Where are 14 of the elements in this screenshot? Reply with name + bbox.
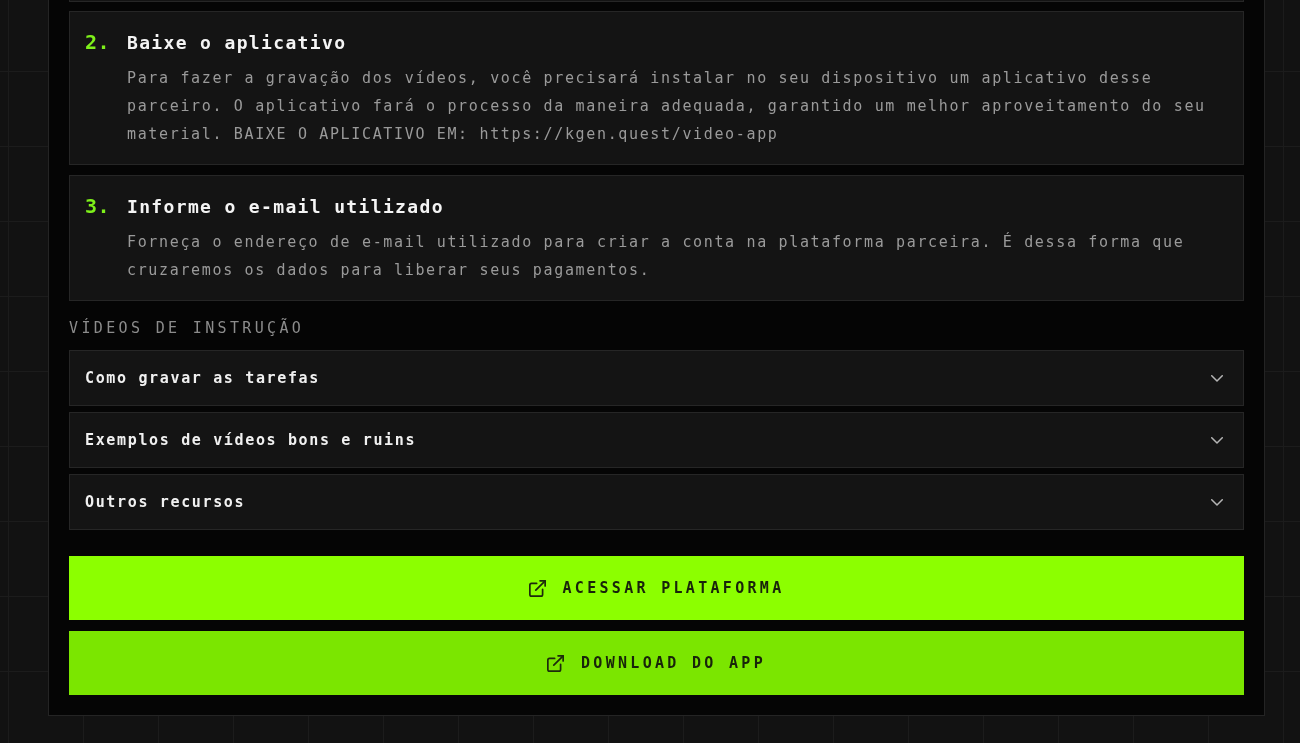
step-description: Para fazer a gravação dos vídeos, você precisará instalar no seu dispositivo um aplicativo desse parceiro. O aplicativo fará o processo da maneira adequada, garantido um melhor aproveitamento do seu material. BAIXE O APLICATIVO EM: https://kgen.quest/video-app xyxy=(127,68,1207,145)
accordion-item[interactable]: Como gravar as tarefas xyxy=(69,350,1244,406)
step-number: 2. xyxy=(85,30,110,54)
accordion-item[interactable]: Exemplos de vídeos bons e ruins xyxy=(69,412,1244,468)
external-link-icon xyxy=(528,579,546,597)
step-description: Forneça o endereço de e-mail utilizado para criar a conta na plataforma parceira. É dessa forma que cruzaremos os dados para liberar seus pagamentos. xyxy=(127,231,1186,281)
step-title: Informe o e-mail utilizado xyxy=(127,195,444,219)
step-title: Baixe o aplicativo xyxy=(127,31,347,55)
step-number: 3. xyxy=(85,194,110,218)
action-button[interactable]: ACESSAR PLATAFORMA xyxy=(69,556,1244,620)
accordion-item[interactable]: Outros recursos xyxy=(69,474,1244,530)
action-button[interactable]: DOWNLOAD DO APP xyxy=(69,631,1244,695)
section-heading: VÍDEOS DE INSTRUÇÃO xyxy=(69,318,305,338)
external-link-icon xyxy=(547,654,564,672)
